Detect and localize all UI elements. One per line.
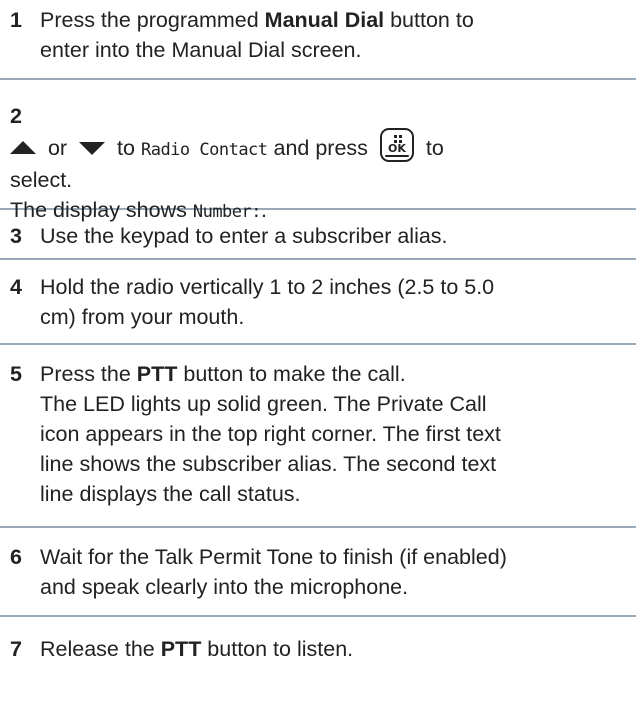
ptt-label: PTT xyxy=(160,637,202,661)
step-3: 3 Use the keypad to enter a subscriber a… xyxy=(0,210,636,260)
ptt-label: PTT xyxy=(136,362,178,386)
step-number: 7 xyxy=(10,637,22,661)
step-2: 2 or to Radio Contact and press OK to se… xyxy=(0,80,636,222)
step-number: 1 xyxy=(10,8,22,32)
step-number: 2 xyxy=(10,104,22,128)
step-text: Press the PTT button to make the call. T… xyxy=(40,362,501,506)
step-text: Wait for the Talk Permit Tone to finish … xyxy=(40,545,507,599)
step-text: Use the keypad to enter a subscriber ali… xyxy=(40,224,448,248)
step-number: 3 xyxy=(10,224,22,248)
step-5: 5 Press the PTT button to make the call.… xyxy=(0,345,636,528)
step-number: 4 xyxy=(10,275,22,299)
step-number: 6 xyxy=(10,545,22,569)
up-arrow-icon xyxy=(10,140,36,154)
step-7: 7 Release the PTT button to listen. xyxy=(0,617,636,677)
step-1: 1 Press the programmed Manual Dial butto… xyxy=(0,0,636,80)
down-arrow-icon xyxy=(79,141,106,155)
step-4: 4 Hold the radio vertically 1 to 2 inche… xyxy=(0,260,636,345)
step-6: 6 Wait for the Talk Permit Tone to finis… xyxy=(0,528,636,617)
step-text: Press the programmed Manual Dial button … xyxy=(40,8,474,62)
menu-item-text: Radio Contact xyxy=(140,140,268,160)
procedure-steps: 1 Press the programmed Manual Dial butto… xyxy=(0,0,636,677)
step-number: 5 xyxy=(10,362,22,386)
ok-label: OK xyxy=(387,142,406,156)
step-text: Release the PTT button to listen. xyxy=(40,637,354,661)
manual-dial-label: Manual Dial xyxy=(264,8,385,32)
ok-menu-button-icon: OK xyxy=(379,128,414,163)
step-text: Hold the radio vertically 1 to 2 inches … xyxy=(40,275,495,329)
